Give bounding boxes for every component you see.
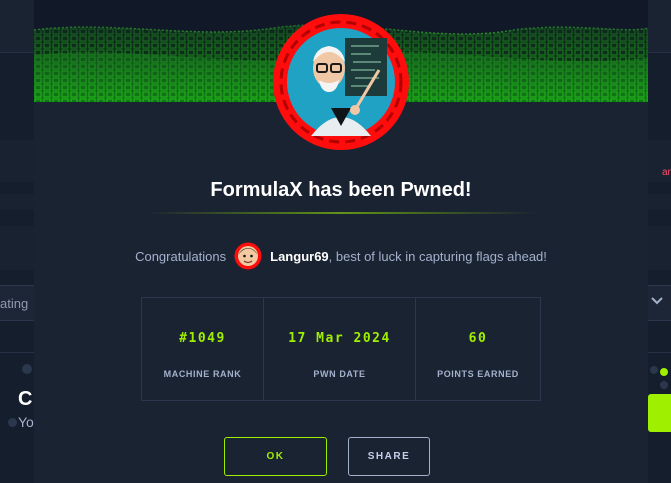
stat-value: 17 Mar 2024 bbox=[288, 331, 391, 346]
congrats-prefix: Congratulations bbox=[135, 248, 227, 264]
stat-points-earned: 60 POINTS EARNED bbox=[416, 298, 540, 400]
username-link[interactable]: Langur69 bbox=[270, 249, 329, 264]
bg-text: Yo bbox=[18, 414, 34, 430]
pwned-modal: FormulaX has been Pwned! Congratulations… bbox=[34, 0, 648, 483]
ok-button[interactable]: OK bbox=[224, 437, 327, 476]
user-avatar-icon[interactable] bbox=[234, 242, 262, 270]
share-button[interactable]: SHARE bbox=[348, 437, 430, 476]
stat-value: #1049 bbox=[179, 331, 226, 346]
stat-value: 60 bbox=[468, 331, 488, 346]
bg-dot bbox=[650, 366, 658, 374]
stat-label: POINTS EARNED bbox=[437, 369, 519, 379]
congrats-suffix: , best of luck in capturing flags ahead! bbox=[328, 248, 547, 264]
bg-dot bbox=[660, 381, 668, 389]
stat-pwn-date: 17 Mar 2024 PWN DATE bbox=[264, 298, 416, 400]
title-divider bbox=[146, 212, 536, 214]
chevron-down-icon[interactable] bbox=[650, 294, 664, 308]
stat-label: PWN DATE bbox=[313, 369, 366, 379]
bg-heading: C bbox=[18, 388, 33, 410]
pwn-stats: #1049 MACHINE RANK 17 Mar 2024 PWN DATE … bbox=[141, 297, 541, 401]
machine-badge bbox=[271, 12, 411, 152]
bg-dot bbox=[8, 418, 17, 427]
modal-title: FormulaX has been Pwned! bbox=[210, 179, 472, 201]
professor-avatar-icon bbox=[273, 14, 409, 150]
bg-dot bbox=[660, 368, 668, 376]
stat-label: MACHINE RANK bbox=[163, 369, 242, 379]
congrats-message: Congratulations Langur69 , best of luck … bbox=[34, 240, 648, 272]
stat-machine-rank: #1049 MACHINE RANK bbox=[142, 298, 264, 400]
bg-card-label: ard bbox=[662, 167, 671, 178]
bg-action-button[interactable] bbox=[648, 394, 671, 432]
bg-dot bbox=[22, 364, 32, 374]
bg-rating-label: ating bbox=[0, 296, 29, 311]
